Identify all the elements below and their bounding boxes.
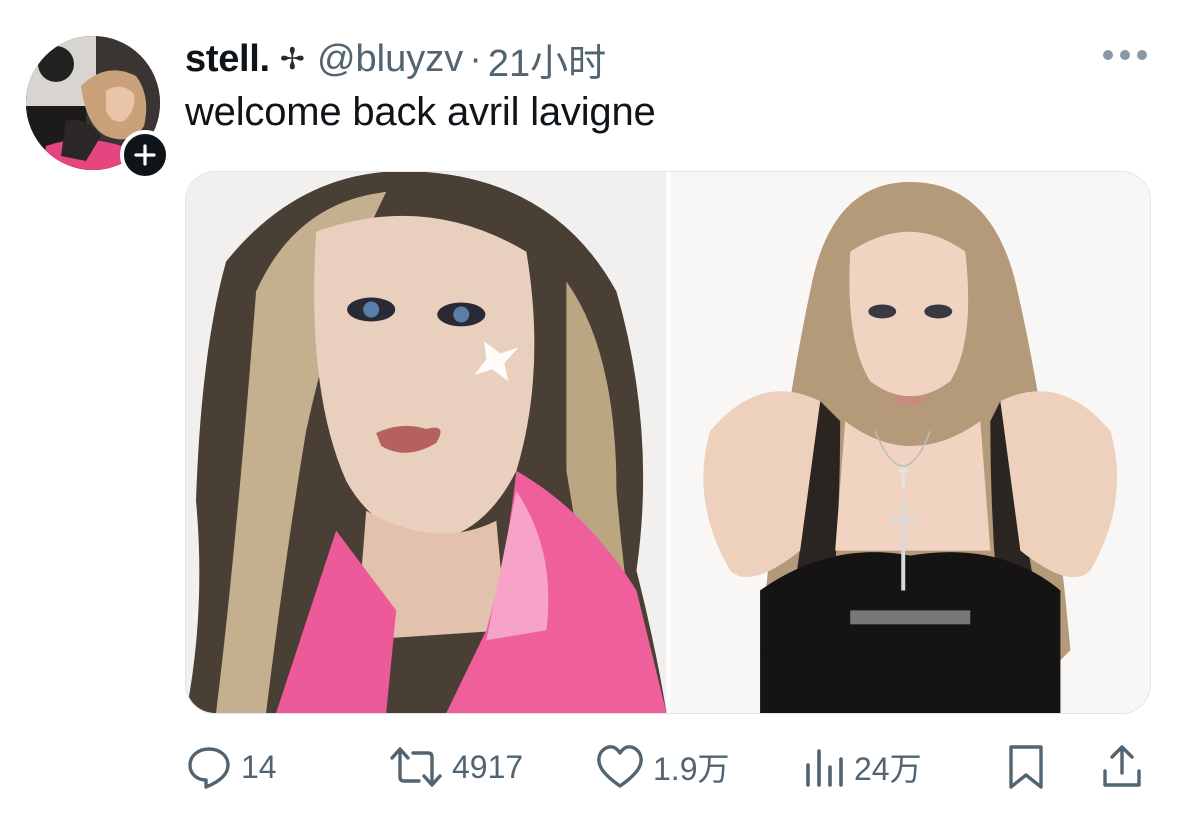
bookmark-button[interactable] (1005, 742, 1047, 792)
bar-chart-icon (806, 749, 843, 787)
heart-icon (597, 745, 643, 788)
retweet-button[interactable]: 4917 (388, 742, 523, 792)
reply-button[interactable]: 14 (185, 742, 277, 792)
views-count: 24万 (854, 751, 922, 787)
tweet-text: welcome back avril lavigne (185, 90, 656, 134)
views-button[interactable]: 24万 (802, 742, 922, 792)
display-name[interactable]: stell. (185, 38, 270, 81)
photo-right-image (669, 172, 1150, 713)
timestamp[interactable]: 21小时 (488, 32, 606, 87)
reply-icon (188, 747, 230, 789)
tweet-header: stell. ✢ @bluyzv · 21小时 (185, 32, 606, 87)
avatar-container (26, 36, 170, 180)
plus-icon (134, 144, 156, 166)
photo-left-image (186, 172, 667, 713)
tweet-card[interactable]: stell. ✢ @bluyzv · 21小时 welcome back avr… (0, 0, 1179, 828)
more-horizontal-icon (1103, 50, 1147, 60)
follow-button[interactable] (120, 130, 170, 180)
reply-count: 14 (241, 748, 277, 785)
media-photo-left[interactable] (186, 172, 667, 713)
cross-emoji: ✢ (279, 41, 305, 77)
share-button[interactable] (1099, 742, 1145, 792)
share-icon (1103, 745, 1141, 787)
action-bar: 14 4917 1.9万 24万 (185, 742, 1151, 792)
bookmark-icon (1009, 745, 1043, 789)
media-photo-right[interactable] (669, 172, 1150, 713)
more-options-button[interactable] (1100, 40, 1150, 70)
like-button[interactable]: 1.9万 (595, 742, 730, 792)
retweet-count: 4917 (452, 748, 524, 785)
like-count: 1.9万 (653, 751, 730, 787)
separator-dot: · (469, 37, 482, 80)
retweet-icon (390, 747, 442, 787)
user-handle[interactable]: @bluyzv (317, 38, 463, 81)
media-grid (185, 171, 1151, 714)
